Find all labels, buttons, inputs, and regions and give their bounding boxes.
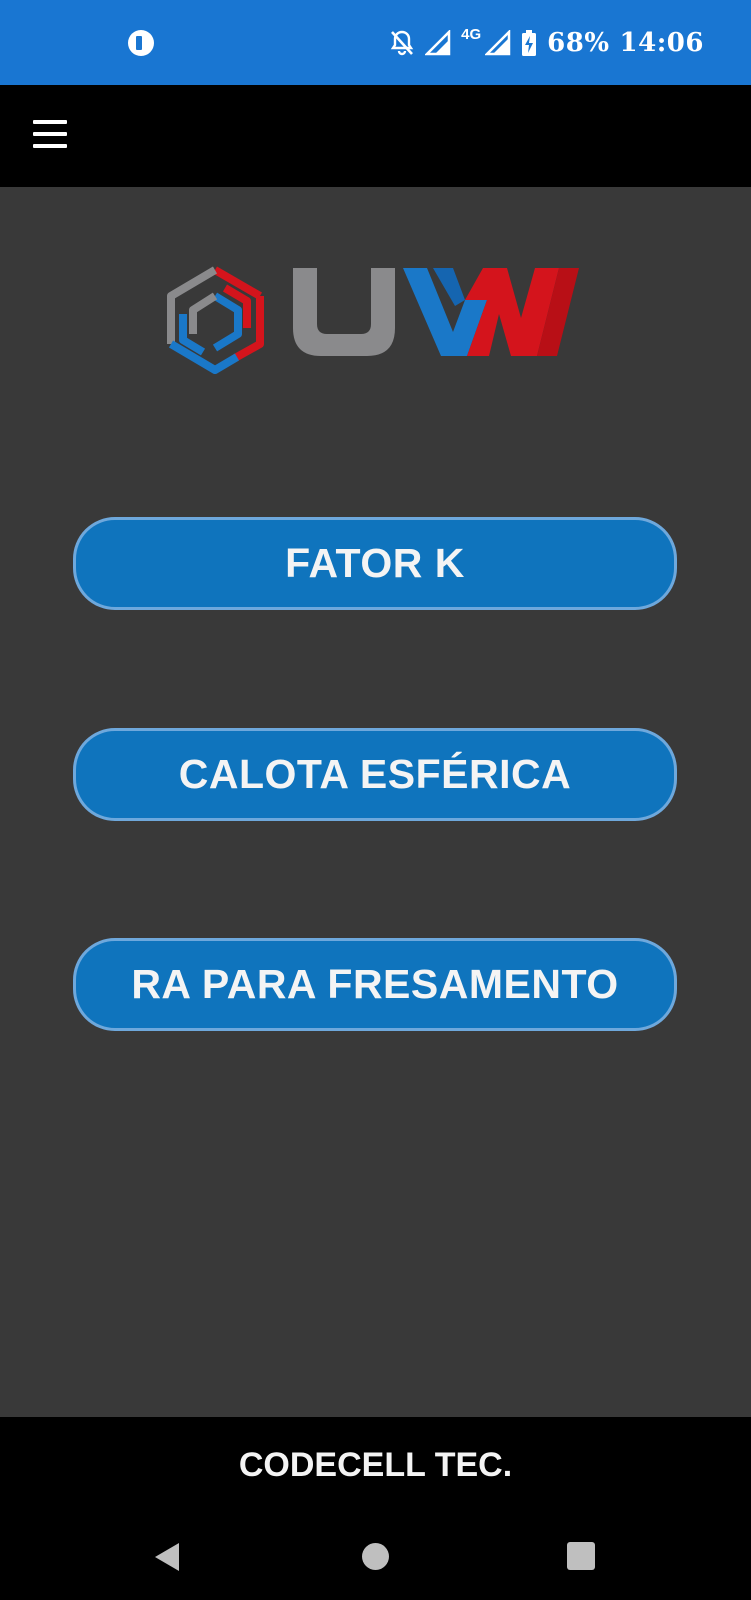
app-notification-icon (128, 30, 154, 56)
app-bar (0, 85, 751, 187)
uvw-logo (167, 266, 579, 374)
signal-icon (425, 30, 451, 56)
battery-charging-icon (522, 30, 537, 56)
footer-text: CODECELL TEC. (238, 1445, 513, 1484)
footer-banner: CODECELL TEC. (0, 1417, 751, 1513)
notifications-off-icon (390, 30, 414, 56)
signal-icon (485, 30, 511, 56)
fator-k-button[interactable]: FATOR K (73, 517, 677, 610)
status-icons: 4G 68% 14:06 (389, 24, 704, 62)
recent-apps-icon[interactable] (567, 1542, 595, 1570)
back-icon[interactable] (153, 1542, 181, 1572)
calota-esferica-button[interactable]: CALOTA ESFÉRICA (73, 728, 677, 821)
screen: 4G 68% 14:06 FATOR K CALOTA ESFÉRICA RA … (0, 0, 751, 1600)
status-bar: 4G 68% 14:06 (0, 0, 751, 85)
hamburger-menu-icon[interactable] (31, 120, 69, 150)
clock: 14:06 (619, 28, 704, 58)
network-type-label: 4G (461, 25, 482, 43)
ra-para-fresamento-button[interactable]: RA PARA FRESAMENTO (73, 938, 677, 1031)
battery-percent: 68% (547, 28, 610, 58)
home-icon[interactable] (362, 1543, 389, 1570)
